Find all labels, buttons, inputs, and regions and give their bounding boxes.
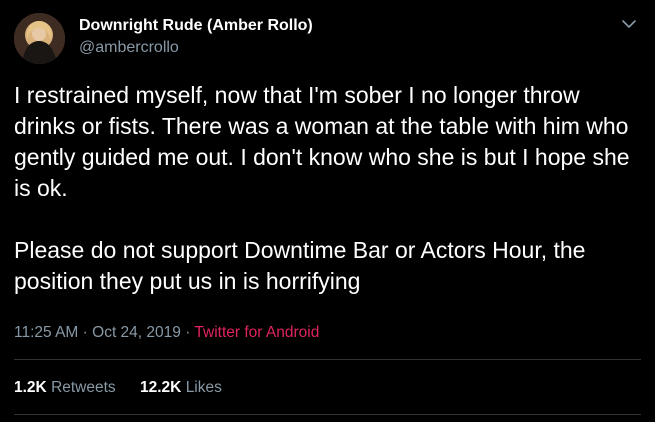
likes-count: 12.2K	[140, 379, 182, 396]
tweet-text: I restrained myself, now that I'm sober …	[14, 80, 639, 297]
tweet-stats: 1.2K Retweets 12.2K Likes	[14, 379, 222, 397]
divider	[14, 414, 641, 415]
retweets-count: 1.2K	[14, 379, 47, 396]
tweet-paragraph: I restrained myself, now that I'm sober …	[14, 82, 630, 201]
divider	[14, 359, 641, 360]
tweet-paragraph: Please do not support Downtime Bar or Ac…	[14, 237, 586, 294]
likes-label: Likes	[185, 379, 222, 396]
retweets-stat[interactable]: 1.2K Retweets	[14, 379, 120, 396]
tweet-date[interactable]: Oct 24, 2019	[92, 324, 181, 341]
chevron-down-icon[interactable]	[619, 14, 639, 34]
tweet-metadata: 11:25 AM · Oct 24, 2019 · Twitter for An…	[14, 324, 319, 342]
user-handle[interactable]: @ambercrollo	[79, 39, 179, 57]
avatar[interactable]	[14, 13, 65, 64]
tweet-source-link[interactable]: Twitter for Android	[194, 324, 319, 341]
tweet: Downright Rude (Amber Rollo) @ambercroll…	[0, 0, 655, 422]
retweets-label: Retweets	[51, 379, 116, 396]
meta-separator: ·	[82, 324, 88, 341]
tweet-time[interactable]: 11:25 AM	[14, 324, 78, 341]
display-name[interactable]: Downright Rude (Amber Rollo)	[79, 17, 313, 35]
likes-stat[interactable]: 12.2K Likes	[140, 379, 222, 396]
meta-separator: ·	[185, 324, 191, 341]
